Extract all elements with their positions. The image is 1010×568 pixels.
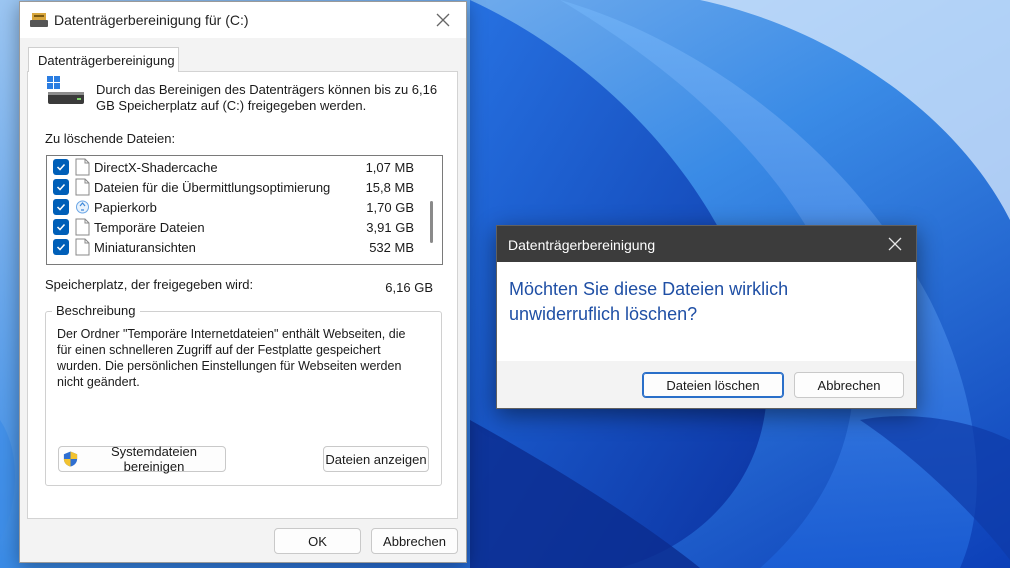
file-name: Dateien für die Übermittlungsoptimierung bbox=[94, 180, 331, 195]
description-title: Beschreibung bbox=[52, 303, 140, 318]
drive-icon bbox=[47, 76, 84, 104]
checkmark-icon bbox=[56, 163, 66, 171]
files-label: Zu löschende Dateien: bbox=[45, 131, 176, 146]
cancel-button[interactable]: Abbrechen bbox=[371, 528, 458, 554]
checkbox[interactable] bbox=[53, 219, 69, 235]
title-bar[interactable]: Datenträgerbereinigung für (C:) bbox=[20, 2, 466, 38]
close-icon bbox=[436, 13, 450, 27]
file-size: 532 MB bbox=[369, 240, 414, 255]
checkbox[interactable] bbox=[53, 179, 69, 195]
file-size: 3,91 GB bbox=[366, 220, 414, 235]
file-icon bbox=[75, 218, 90, 236]
close-button[interactable] bbox=[420, 2, 466, 38]
file-size: 1,70 GB bbox=[366, 200, 414, 215]
checkmark-icon bbox=[56, 223, 66, 231]
uac-shield-icon bbox=[63, 451, 78, 467]
scrollbar[interactable] bbox=[430, 201, 433, 243]
recycle-bin-icon bbox=[76, 200, 89, 214]
checkmark-icon bbox=[56, 183, 66, 191]
disk-cleanup-icon bbox=[30, 13, 48, 27]
checkbox[interactable] bbox=[53, 199, 69, 215]
intro-text: Durch das Bereinigen des Datenträgers kö… bbox=[96, 82, 438, 113]
file-size: 1,07 MB bbox=[365, 160, 414, 175]
list-item[interactable]: Papierkorb 1,70 GB bbox=[47, 197, 422, 217]
description-text: Der Ordner "Temporäre Internetdateien" e… bbox=[57, 327, 406, 389]
file-list[interactable]: DirectX-Shadercache 1,07 MB Dateien für … bbox=[46, 155, 443, 265]
confirm-close-button[interactable] bbox=[874, 226, 916, 262]
file-icon bbox=[75, 178, 90, 196]
confirm-dialog-title: Datenträgerbereinigung bbox=[508, 237, 656, 253]
close-icon bbox=[888, 237, 902, 251]
confirm-title-bar[interactable]: Datenträgerbereinigung bbox=[497, 226, 916, 262]
system-cleanup-button[interactable]: Systemdateien bereinigen bbox=[58, 444, 226, 474]
delete-files-button[interactable]: Dateien löschen bbox=[642, 372, 784, 398]
list-item[interactable]: DirectX-Shadercache 1,07 MB bbox=[47, 157, 422, 177]
file-icon bbox=[75, 158, 90, 176]
tab-panel: Durch das Bereinigen des Datenträgers kö… bbox=[27, 71, 458, 519]
list-item[interactable]: Miniaturansichten 532 MB bbox=[47, 237, 422, 257]
file-name: Miniaturansichten bbox=[94, 240, 196, 255]
confirm-dialog: Datenträgerbereinigung Möchten Sie diese… bbox=[496, 225, 917, 409]
disk-cleanup-window: Datenträgerbereinigung für (C:) Datenträ… bbox=[19, 1, 467, 563]
checkbox[interactable] bbox=[53, 159, 69, 175]
confirm-message: Möchten Sie diese Dateien wirklich unwid… bbox=[509, 279, 789, 324]
file-name: Papierkorb bbox=[94, 200, 157, 215]
checkbox[interactable] bbox=[53, 239, 69, 255]
checkmark-icon bbox=[56, 243, 66, 251]
confirm-body: Möchten Sie diese Dateien wirklich unwid… bbox=[497, 262, 916, 361]
checkmark-icon bbox=[56, 203, 66, 211]
description-group: Beschreibung Der Ordner "Temporäre Inter… bbox=[45, 303, 442, 486]
list-item[interactable]: Dateien für die Übermittlungsoptimierung… bbox=[47, 177, 422, 197]
file-icon bbox=[75, 238, 90, 256]
show-files-button[interactable]: Dateien anzeigen bbox=[323, 446, 429, 472]
file-name: Temporäre Dateien bbox=[94, 220, 205, 235]
window-title: Datenträgerbereinigung für (C:) bbox=[54, 12, 249, 28]
confirm-cancel-button[interactable]: Abbrechen bbox=[794, 372, 904, 398]
list-item[interactable]: Temporäre Dateien 3,91 GB bbox=[47, 217, 422, 237]
system-cleanup-label: Systemdateien bereinigen bbox=[111, 444, 197, 474]
ok-button[interactable]: OK bbox=[274, 528, 361, 554]
file-size: 15,8 MB bbox=[365, 180, 414, 195]
file-name: DirectX-Shadercache bbox=[94, 160, 218, 175]
space-label: Speicherplatz, der freigegeben wird: bbox=[45, 277, 254, 292]
tab-disk-cleanup[interactable]: Datenträgerbereinigung bbox=[28, 47, 179, 72]
space-value: 6,16 GB bbox=[385, 280, 433, 295]
